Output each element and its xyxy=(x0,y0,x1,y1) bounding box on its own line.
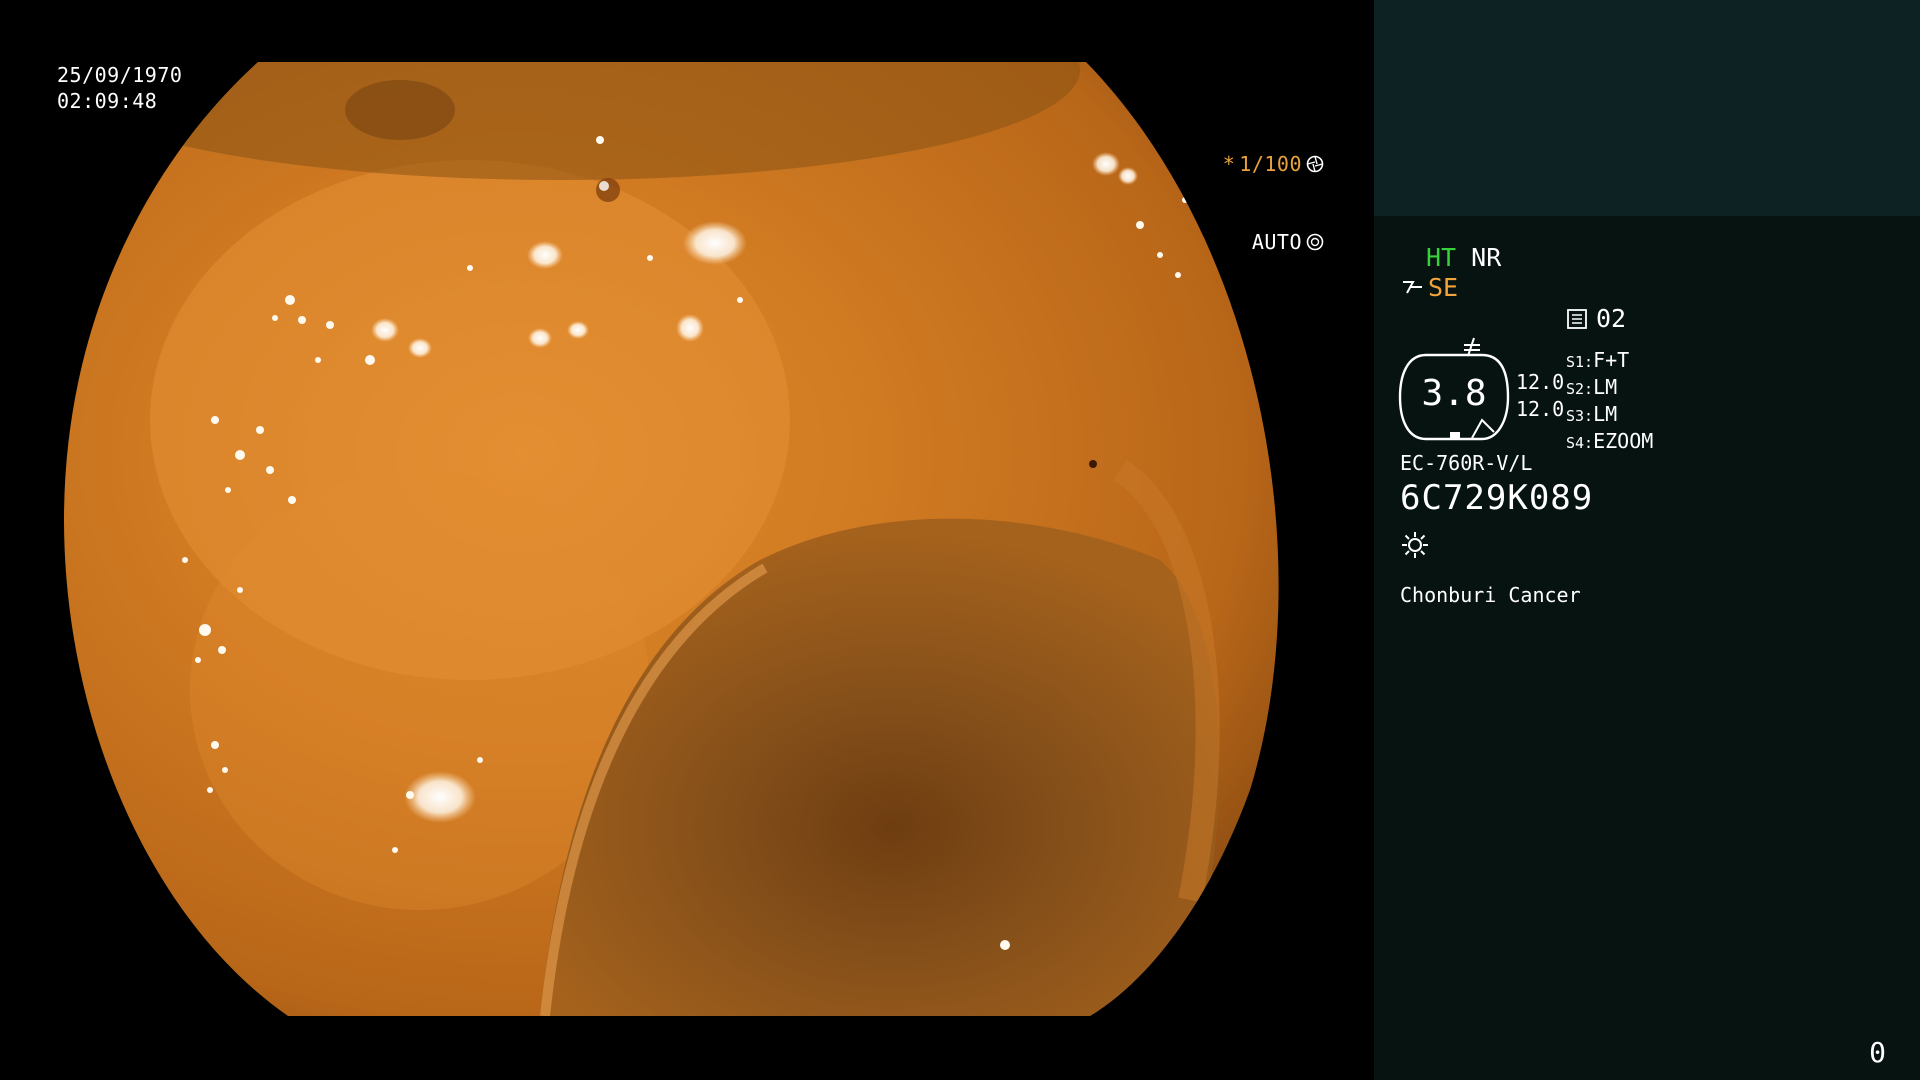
zoom-value: 3.8 xyxy=(1421,373,1487,414)
switch-value: LM xyxy=(1593,375,1618,399)
record-number: 02 xyxy=(1596,304,1627,333)
zoom-side-value: 12.0 xyxy=(1516,370,1565,394)
enhance-icon xyxy=(1403,281,1422,294)
record-row: 02 xyxy=(1566,304,1626,334)
switch-label: S2: xyxy=(1566,380,1594,398)
time-text: 02:09:48 xyxy=(57,89,158,113)
zoom-side-value: 12.0 xyxy=(1516,397,1565,421)
thumbnail-area xyxy=(1374,0,1920,216)
shutter-icon xyxy=(1306,155,1324,173)
date-text: 25/09/1970 xyxy=(57,63,183,87)
shutter-prefix: * xyxy=(1222,152,1236,176)
switch-value: F+T xyxy=(1593,348,1630,372)
switch-label: S4: xyxy=(1566,434,1594,452)
date-time-readout: 25/09/1970 02:09:48 xyxy=(57,62,182,114)
record-icon xyxy=(1567,309,1587,329)
zoom-side-values: 12.0 12.0 xyxy=(1516,369,1564,423)
iris-row: AUTO xyxy=(1223,229,1324,255)
endoscopic-view-image xyxy=(64,62,1279,1016)
switch-assignments: S1:F+T S2:LM S3:LM S4:EZOOM xyxy=(1566,348,1653,456)
shutter-row: * 1/100 xyxy=(1223,151,1324,177)
endoscope-image-area: 25/09/1970 02:09:48 * 1/100 AUTO xyxy=(0,0,1374,1080)
enhance-row: SE xyxy=(1400,273,1458,303)
enhance-mode: SE xyxy=(1428,273,1459,302)
shutter-speed: 1/100 xyxy=(1239,152,1302,176)
nr-mode: NR xyxy=(1471,243,1502,272)
frame-counter: 0 xyxy=(1869,1036,1886,1069)
light-icon xyxy=(1402,532,1428,558)
exposure-settings: * 1/100 AUTO xyxy=(1223,99,1324,307)
iris-icon xyxy=(1306,233,1324,251)
switch-label: S3: xyxy=(1566,407,1594,425)
switch-label: S1: xyxy=(1566,353,1594,371)
ht-mode: HT xyxy=(1426,243,1457,272)
switch-value: EZOOM xyxy=(1593,429,1654,453)
info-panel: HT NR SE 02 3.8 12.0 12.0 S1:F+T S2:LM S… xyxy=(1374,0,1920,1080)
hospital-name: Chonburi Cancer xyxy=(1400,583,1581,607)
switch-value: LM xyxy=(1593,402,1618,426)
scope-serial: 6C729K089 xyxy=(1400,478,1594,518)
image-mode-row: HT NR xyxy=(1426,243,1501,273)
iris-mode: AUTO xyxy=(1251,230,1302,254)
scope-model: EC-760R-V/L xyxy=(1400,451,1533,475)
